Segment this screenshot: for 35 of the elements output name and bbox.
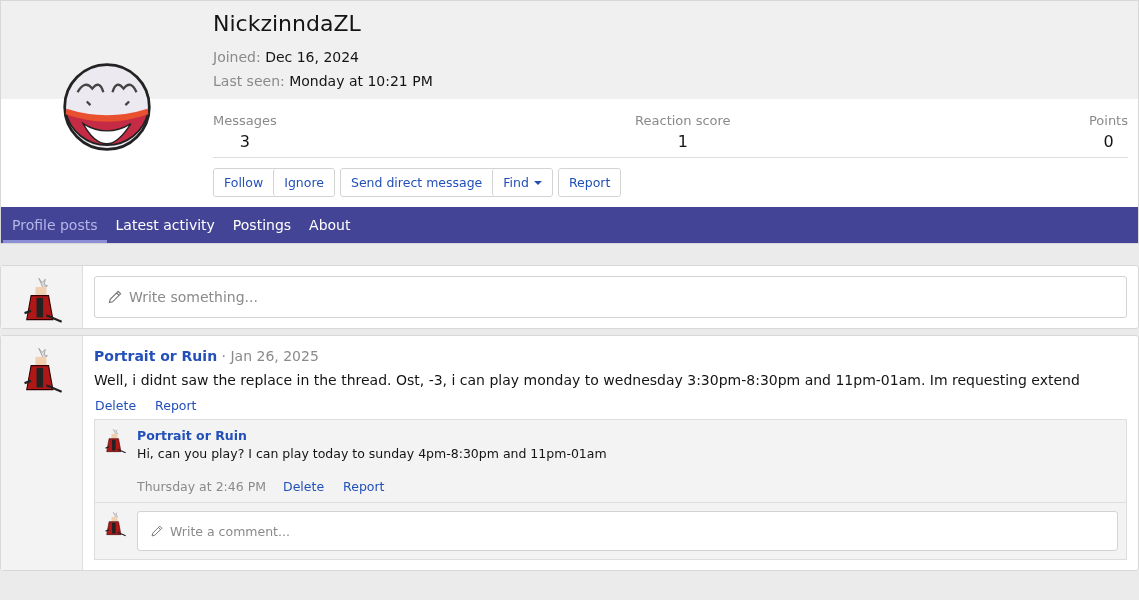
comment-time: Thursday at 2:46 PM (137, 479, 266, 494)
last-seen: Monday at 10:21 PM (289, 73, 433, 89)
stat-value: 1 (677, 132, 688, 151)
stat-label: Messages (213, 113, 277, 128)
action-link[interactable]: Delete (94, 398, 138, 413)
author-link[interactable]: Portrait or Ruin (137, 428, 607, 443)
profile-button[interactable]: Find (492, 169, 552, 196)
stat-value: 0 (1103, 132, 1114, 151)
stat-label: Points (1088, 113, 1128, 128)
character-avatar-drawing (103, 428, 127, 454)
pencil-icon (107, 289, 123, 305)
action-link[interactable]: Report (342, 479, 386, 494)
meta-label: Joined: (213, 49, 261, 65)
post-text: Well, i didnt saw the replace in the thread. Ost, -3, i can play monday to wednesday 3:30pm-8:30pm and 11pm-01am. Im requesting extend (94, 372, 1081, 388)
stat-label: Reaction score (635, 113, 731, 128)
joined-date: Dec 16, 2024 (265, 49, 360, 65)
action-link[interactable]: Delete (282, 479, 326, 494)
comment-text: Hi, can you play? I can play today to sunday 4pm-8:30pm and 11pm-01am (137, 446, 607, 461)
stat-value: 3 (239, 132, 250, 151)
profile-button[interactable]: Ignore (273, 169, 334, 196)
profile-tab[interactable]: About (300, 207, 360, 243)
profile-button[interactable]: Report (558, 169, 621, 196)
post-date: · Jan 26, 2025 (221, 348, 319, 364)
profile-tab[interactable]: Latest activity (106, 207, 224, 243)
username: NickzinndaZL (213, 11, 362, 38)
caret-icon (533, 180, 542, 185)
status-input-field[interactable]: Write something... (94, 276, 1127, 318)
pencil-icon (150, 524, 164, 538)
profile-tab[interactable]: Postings (223, 207, 301, 243)
character-avatar-drawing (103, 511, 127, 537)
comment-input-field[interactable]: Write a comment... (137, 511, 1118, 551)
meta-label: Last seen: (213, 73, 285, 89)
profile-tab[interactable]: Profile posts (3, 207, 107, 243)
action-link[interactable]: Report (154, 398, 198, 413)
author-link[interactable]: Portrait or Ruin (94, 348, 218, 364)
